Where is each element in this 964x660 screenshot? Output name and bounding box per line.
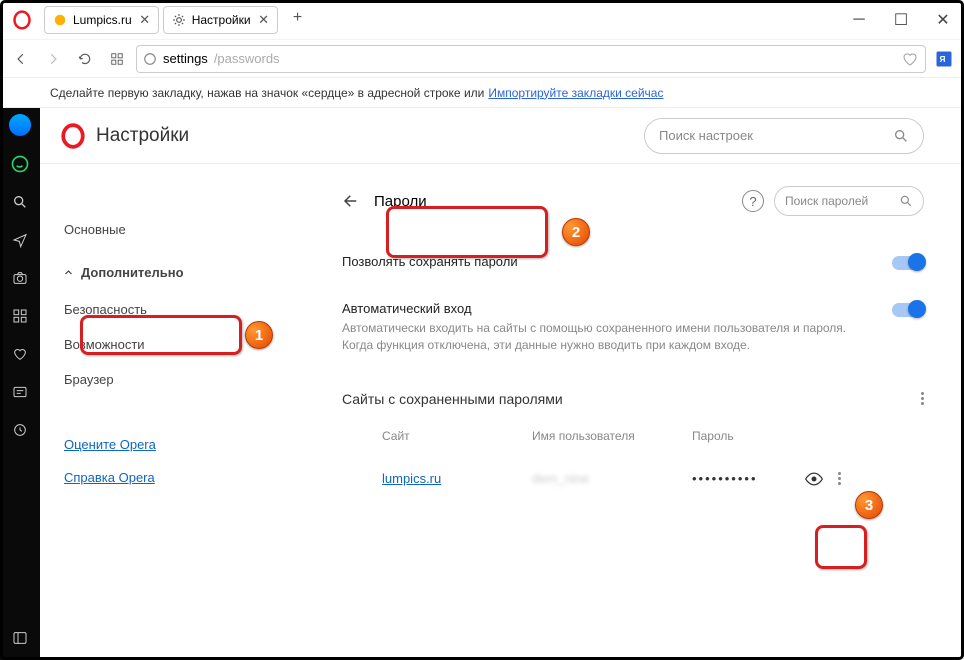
- bookmark-hint-bar: Сделайте первую закладку, нажав на значо…: [0, 78, 964, 108]
- site-link[interactable]: lumpics.ru: [382, 471, 441, 486]
- sidebar-item-browser[interactable]: Браузер: [40, 362, 330, 397]
- tab-label: Lumpics.ru: [73, 13, 132, 27]
- password-row-lumpics: lumpics.ru dem_nine ••••••••••: [342, 451, 924, 495]
- window-controls: ─ ☐ ✕: [838, 5, 964, 35]
- chevron-up-icon: [64, 268, 73, 277]
- camera-icon[interactable]: [10, 268, 30, 288]
- send-icon[interactable]: [10, 230, 30, 250]
- save-passwords-toggle[interactable]: [892, 256, 924, 270]
- history-icon[interactable]: [10, 420, 30, 440]
- highlight-box-3: [815, 525, 867, 569]
- settings-title: Настройки: [60, 123, 189, 149]
- back-button[interactable]: [8, 46, 34, 72]
- url-scheme: settings: [163, 51, 208, 66]
- sidebar-item-main[interactable]: Основные: [40, 214, 330, 245]
- arrow-left-icon: [342, 192, 360, 210]
- search-icon: [893, 128, 909, 144]
- reload-button[interactable]: [72, 46, 98, 72]
- close-button[interactable]: ✕: [922, 5, 964, 35]
- maximize-button[interactable]: ☐: [880, 5, 922, 35]
- help-icon[interactable]: ?: [742, 190, 764, 212]
- search-icon[interactable]: [10, 192, 30, 212]
- url-path: /passwords: [214, 51, 280, 66]
- panel-icon[interactable]: [10, 628, 30, 648]
- news-icon[interactable]: [10, 382, 30, 402]
- marker-3: 3: [855, 491, 883, 519]
- highlight-box-2: [386, 206, 548, 258]
- close-icon[interactable]: ✕: [257, 13, 271, 27]
- opera-logo-icon: [60, 123, 86, 149]
- import-bookmarks-link[interactable]: Импортируйте закладки сейчас: [488, 86, 663, 100]
- settings-header: Настройки Поиск настроек: [40, 108, 964, 164]
- search-settings-input[interactable]: Поиск настроек: [644, 118, 924, 154]
- table-header: Сайт Имя пользователя Пароль: [342, 415, 924, 451]
- heart-icon[interactable]: [10, 344, 30, 364]
- sidebar-item-advanced[interactable]: Дополнительно: [40, 257, 330, 288]
- tab-strip: Lumpics.ru ✕ Настройки ✕ +: [44, 6, 310, 34]
- password-cell: ••••••••••: [692, 471, 802, 486]
- translate-button[interactable]: Я: [932, 47, 956, 71]
- grid-icon[interactable]: [10, 306, 30, 326]
- settings-sidebar: Основные Дополнительно Безопасность Возм…: [40, 164, 330, 660]
- address-bar[interactable]: settings/passwords: [136, 45, 926, 73]
- svg-text:Я: Я: [940, 55, 946, 64]
- gear-icon: [172, 13, 186, 27]
- auto-signin-toggle[interactable]: [892, 303, 924, 317]
- more-icon[interactable]: [921, 392, 924, 405]
- tab-settings[interactable]: Настройки ✕: [163, 6, 278, 34]
- messenger-icon[interactable]: [9, 114, 31, 136]
- highlight-box-1: [80, 315, 242, 355]
- marker-1: 1: [245, 321, 273, 349]
- hint-text: Сделайте первую закладку, нажав на значо…: [50, 86, 484, 100]
- new-tab-button[interactable]: +: [286, 6, 310, 30]
- search-icon: [899, 194, 913, 208]
- auto-signin-row: Автоматический вход Автоматически входит…: [342, 287, 924, 369]
- marker-2: 2: [562, 218, 590, 246]
- tab-lumpics[interactable]: Lumpics.ru ✕: [44, 6, 159, 34]
- heart-icon[interactable]: [901, 50, 919, 68]
- toolbar: settings/passwords Я: [0, 40, 964, 78]
- show-password-button[interactable]: [802, 467, 826, 491]
- rate-opera-link[interactable]: Оцените Opera: [64, 437, 330, 452]
- whatsapp-icon[interactable]: [10, 154, 30, 174]
- site-info-icon[interactable]: [143, 52, 157, 66]
- minimize-button[interactable]: ─: [838, 5, 880, 35]
- eye-icon: [804, 469, 824, 489]
- close-icon[interactable]: ✕: [138, 13, 152, 27]
- saved-sites-section: Сайты с сохраненными паролями: [342, 369, 924, 415]
- row-more-icon[interactable]: [838, 472, 841, 485]
- speed-dial-button[interactable]: [104, 46, 130, 72]
- username-cell: dem_nine: [532, 471, 692, 486]
- site-icon: [53, 13, 67, 27]
- search-passwords-input[interactable]: Поиск паролей: [774, 186, 924, 216]
- titlebar: Lumpics.ru ✕ Настройки ✕ + ─ ☐ ✕: [0, 0, 964, 40]
- tab-label: Настройки: [192, 13, 251, 27]
- opera-sidebar: [0, 108, 40, 660]
- help-opera-link[interactable]: Справка Opera: [64, 470, 330, 485]
- opera-menu-button[interactable]: [4, 2, 40, 38]
- forward-button[interactable]: [40, 46, 66, 72]
